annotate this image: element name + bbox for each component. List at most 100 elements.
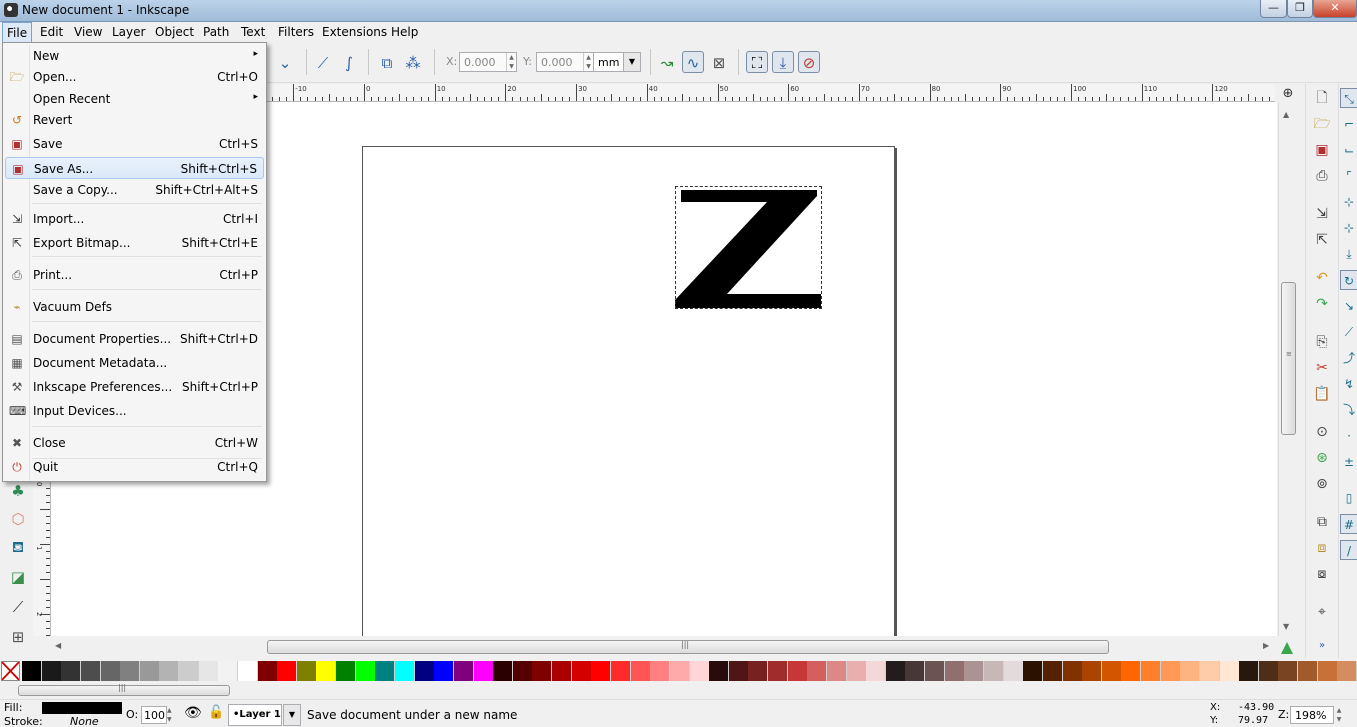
object-to-path-icon[interactable]: ⧉ bbox=[376, 52, 398, 74]
color-swatch[interactable] bbox=[100, 661, 121, 681]
zoom-input[interactable]: 198% bbox=[1290, 706, 1334, 724]
file-menu-item-input-devices[interactable]: ⌨ Input Devices... bbox=[5, 400, 264, 422]
file-menu-item-save-a-copy[interactable]: Save a Copy... Shift+Ctrl+Alt+S bbox=[5, 179, 264, 201]
color-swatch[interactable] bbox=[983, 661, 1004, 681]
color-swatch[interactable] bbox=[375, 661, 396, 681]
opacity-input[interactable]: 100 bbox=[141, 706, 167, 724]
vertical-scrollbar[interactable]: ▲ ≡ ▼ bbox=[1278, 102, 1297, 636]
file-menu-item-export-bitmap[interactable]: ⇱ Export Bitmap... Shift+Ctrl+E bbox=[5, 232, 264, 254]
color-swatch[interactable] bbox=[1180, 661, 1201, 681]
gradient-icon[interactable]: ◪ bbox=[7, 566, 29, 588]
color-swatch[interactable] bbox=[22, 661, 42, 681]
zoom-drawing-icon[interactable]: ⊛ bbox=[1312, 448, 1332, 468]
x-spin-arrows-icon[interactable]: ▲ ▼ bbox=[506, 53, 516, 71]
color-swatch[interactable] bbox=[61, 661, 82, 681]
color-swatch[interactable] bbox=[296, 661, 317, 681]
y-coordinate-input[interactable]: 0.000 ▲ ▼ bbox=[536, 52, 594, 72]
file-menu-item-document-metadata[interactable]: ▦ Document Metadata... bbox=[5, 352, 264, 374]
snap-bbox-icon[interactable]: ⌐ bbox=[1340, 114, 1357, 134]
color-swatch[interactable] bbox=[610, 661, 631, 681]
color-swatch[interactable] bbox=[179, 661, 200, 681]
color-swatch[interactable] bbox=[120, 661, 141, 681]
color-swatch[interactable] bbox=[218, 661, 239, 681]
file-menu-item-quit[interactable]: ⏻ Quit Ctrl+Q bbox=[5, 456, 264, 478]
eraser-icon[interactable]: ⬡ bbox=[7, 508, 29, 530]
color-swatch[interactable] bbox=[493, 661, 514, 681]
stroke-to-path-icon[interactable]: ⁂ bbox=[402, 52, 424, 74]
chevron-down-icon[interactable]: ▼ bbox=[623, 53, 640, 71]
snap-toggle-icon[interactable]: ⛶ bbox=[746, 51, 768, 73]
scroll-down-icon[interactable]: ▼ bbox=[1283, 622, 1289, 631]
color-swatch[interactable] bbox=[395, 661, 415, 681]
import-icon[interactable]: ⇲ bbox=[1312, 204, 1332, 224]
snap-bbox-center-icon[interactable]: ⊹ bbox=[1340, 218, 1357, 238]
fill-indicator[interactable] bbox=[42, 702, 122, 714]
snap-smooth-icon[interactable]: ⤴ bbox=[1340, 348, 1357, 368]
eye-icon[interactable]: 👁 bbox=[184, 705, 202, 721]
new-document-icon[interactable]: 🗋 bbox=[1312, 88, 1332, 108]
undo-icon[interactable]: ↶ bbox=[1312, 268, 1332, 288]
color-swatch[interactable] bbox=[728, 661, 749, 681]
color-swatch[interactable] bbox=[885, 661, 906, 681]
unlink-clone-icon[interactable]: ⧇ bbox=[1312, 564, 1332, 584]
file-menu-item-import[interactable]: ⇲ Import... Ctrl+I bbox=[5, 208, 264, 230]
color-swatch[interactable] bbox=[1298, 661, 1319, 681]
snap-page-border-icon[interactable]: ▯ bbox=[1340, 488, 1357, 508]
opacity-spin-icon[interactable]: ▲ ▼ bbox=[167, 706, 172, 724]
color-swatch[interactable] bbox=[925, 661, 946, 681]
menu-text[interactable]: Text bbox=[241, 25, 265, 39]
chevron-down-icon[interactable]: ▼ bbox=[283, 704, 301, 726]
color-swatch[interactable] bbox=[1258, 661, 1279, 681]
color-swatch[interactable] bbox=[1278, 661, 1299, 681]
close-window-button[interactable]: ✕ bbox=[1313, 0, 1357, 18]
layer-selector[interactable]: •Layer 1 bbox=[228, 704, 282, 726]
file-menu-item-open-recent[interactable]: Open Recent ▸ bbox=[5, 88, 264, 110]
palette-scrollbar[interactable]: ||| bbox=[0, 683, 1357, 698]
color-swatch[interactable] bbox=[198, 661, 219, 681]
more-commands-icon[interactable]: » bbox=[1312, 636, 1332, 656]
snap-object-midpoint-icon[interactable]: ⤵ bbox=[1340, 400, 1357, 420]
color-swatch[interactable] bbox=[768, 661, 789, 681]
zoom-spin-icon[interactable]: ▲ ▼ bbox=[1334, 706, 1344, 724]
color-swatch[interactable] bbox=[1042, 661, 1063, 681]
stroke-value[interactable]: None bbox=[70, 715, 99, 727]
zoom-page-icon[interactable]: ⊚ bbox=[1312, 474, 1332, 494]
file-menu-item-vacuum-defs[interactable]: ⌁ Vacuum Defs bbox=[5, 296, 264, 318]
snap-grid-icon[interactable]: # bbox=[1340, 514, 1357, 534]
no-paint-swatch[interactable] bbox=[1, 661, 20, 681]
snap-guides-icon[interactable]: / bbox=[1340, 540, 1357, 560]
color-swatch[interactable] bbox=[1023, 661, 1044, 681]
color-swatch[interactable] bbox=[237, 661, 258, 681]
snap-rotation-center-icon[interactable]: · bbox=[1340, 426, 1357, 446]
color-swatch[interactable] bbox=[552, 661, 573, 681]
color-swatch[interactable] bbox=[453, 661, 474, 681]
color-swatch[interactable] bbox=[277, 661, 298, 681]
horizontal-scrollbar[interactable]: ◀ ||| ▶ bbox=[51, 637, 1277, 658]
file-menu-item-inkscape-preferences[interactable]: ⚒ Inkscape Preferences... Shift+Ctrl+P bbox=[5, 376, 264, 398]
connector-icon[interactable]: ⊞ bbox=[7, 626, 29, 648]
color-swatch[interactable] bbox=[336, 661, 357, 681]
color-swatch[interactable] bbox=[709, 661, 730, 681]
menu-view[interactable]: View bbox=[74, 25, 102, 39]
color-swatch[interactable] bbox=[689, 661, 710, 681]
snap-cusp-icon[interactable]: ⟋ bbox=[1340, 322, 1357, 342]
color-swatch[interactable] bbox=[571, 661, 592, 681]
vertical-scroll-thumb[interactable]: ≡ bbox=[1281, 282, 1296, 435]
xml-editor-icon[interactable]: ⌖ bbox=[1312, 602, 1332, 622]
open-icon[interactable]: 🗁 bbox=[1312, 114, 1332, 134]
print-icon[interactable]: ⎙ bbox=[1312, 166, 1332, 186]
dropper-icon[interactable]: ⟋ bbox=[7, 596, 29, 618]
redo-icon[interactable]: ↷ bbox=[1312, 294, 1332, 314]
color-swatch[interactable] bbox=[591, 661, 612, 681]
snap-enable-icon[interactable]: ⤡ bbox=[1340, 88, 1357, 108]
menu-extensions[interactable]: Extensions bbox=[322, 25, 387, 39]
color-swatch[interactable] bbox=[944, 661, 965, 681]
file-menu-item-save[interactable]: ▣ Save Ctrl+S bbox=[5, 133, 264, 155]
snap-nodes-icon[interactable]: ⤓ bbox=[772, 51, 794, 73]
menu-filters[interactable]: Filters bbox=[278, 25, 314, 39]
node-cusp-icon[interactable]: ⌄ bbox=[274, 52, 296, 74]
file-menu-item-open[interactable]: 🗁 Open... Ctrl+O bbox=[5, 66, 264, 88]
color-swatch[interactable] bbox=[1141, 661, 1162, 681]
snap-bbox-corner-icon[interactable]: ⌜ bbox=[1340, 166, 1357, 186]
color-swatch[interactable] bbox=[1160, 661, 1181, 681]
